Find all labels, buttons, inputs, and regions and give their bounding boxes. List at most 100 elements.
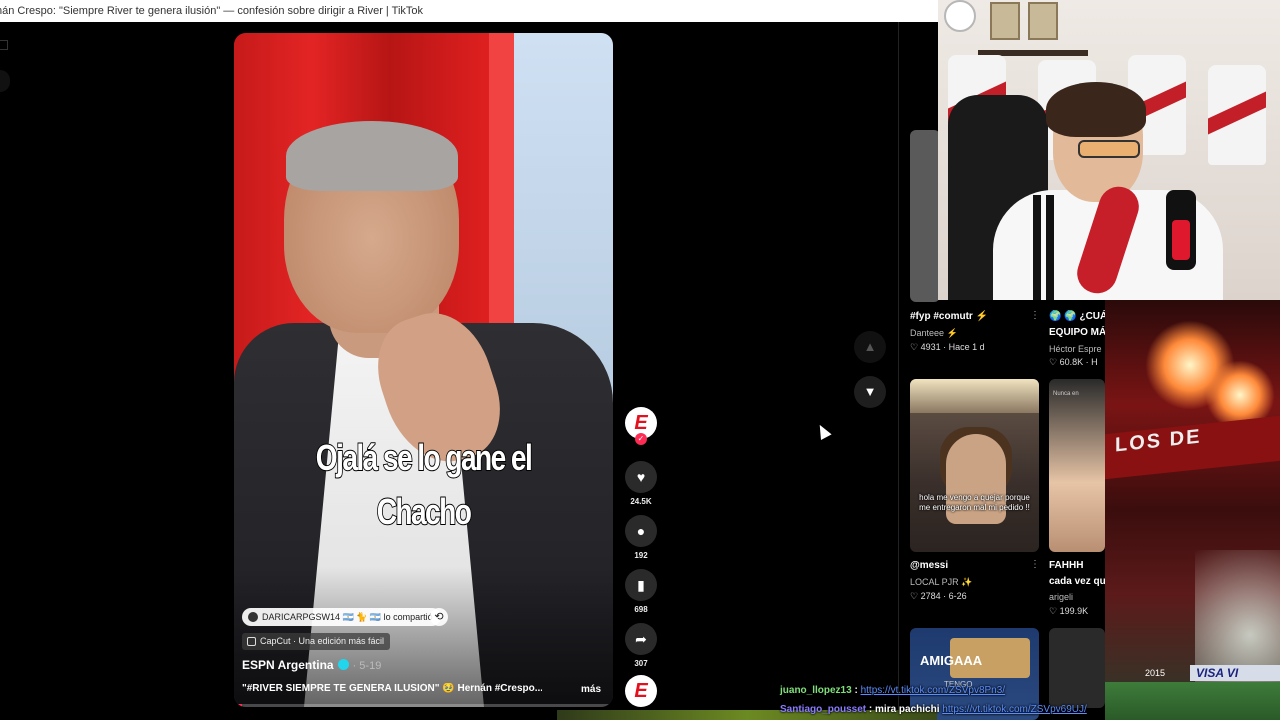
- like-count: 24.5K: [630, 497, 652, 506]
- recommended-stats-2: ♡ 60.8K · H: [1049, 357, 1098, 367]
- club-badge-icon: [944, 0, 976, 32]
- stadium-overlay: LOS DE 2015 VISA VI: [1105, 300, 1280, 720]
- recommended-thumbnail-4[interactable]: Nunca en: [1049, 379, 1105, 552]
- like-action[interactable]: ♥ 24.5K: [624, 461, 658, 506]
- recommended-title-4b[interactable]: cada vez qu: [1049, 576, 1106, 587]
- recommended-likes-2: 60.8K: [1059, 357, 1084, 367]
- recommended-time-2: H: [1091, 357, 1098, 367]
- repost-badge[interactable]: DARICARPGSW14 🇦🇷 🐈 🇦🇷 lo compartió: [242, 608, 441, 626]
- window-title-bar: nán Crespo: "Siempre River te genera ilu…: [0, 0, 938, 22]
- video-player[interactable]: Ojalá se lo gane el Chacho DARICARPGSW14…: [234, 33, 613, 707]
- video-description: "#RIVER SIEMPRE TE GENERA ILUSIÓN" 🥹 Her…: [242, 683, 542, 694]
- recommended-stats-3: ♡ 2784 · 6-26: [910, 591, 967, 601]
- repost-avatar: [248, 612, 258, 622]
- wall-frame: [1028, 2, 1058, 40]
- recommended-thumbnail-3[interactable]: hola me vengo a quejar porque me entrega…: [910, 379, 1039, 552]
- repost-text: lo compartió: [383, 612, 433, 622]
- recommended-author-3[interactable]: LOCAL PJR ✨: [910, 577, 972, 588]
- recommended-title-4[interactable]: FAHHH: [1049, 560, 1083, 571]
- bookmark-icon[interactable]: ▮: [625, 569, 657, 601]
- video-author[interactable]: ESPN Argentina · 5-19: [242, 658, 381, 672]
- author-avatar-button[interactable]: E ✓: [624, 407, 658, 445]
- wall-frame: [990, 2, 1020, 40]
- chat-username: juano_llopez13: [780, 685, 852, 696]
- verified-badge-icon: [337, 659, 349, 670]
- thumb-caption-4: Nunca en: [1053, 391, 1079, 397]
- pitch: [1105, 682, 1280, 720]
- chat-separator: :: [851, 685, 861, 696]
- microphone: [1166, 190, 1196, 270]
- chevron-down-icon[interactable]: ▼: [854, 376, 886, 408]
- recommended-title-1[interactable]: #fyp #comutr ⚡: [910, 311, 988, 322]
- microphone-light: [1172, 220, 1190, 260]
- comment-action[interactable]: ● 192: [624, 515, 658, 560]
- capcut-icon: [247, 637, 256, 646]
- chat-text: mira pachichi: [875, 704, 943, 715]
- recommended-title-3[interactable]: @messi: [910, 560, 948, 571]
- save-action[interactable]: ▮ 698: [624, 569, 658, 614]
- streamer-webcam: [938, 0, 1280, 300]
- chat-message: juano_llopez13 : https://vt.tiktok.com/Z…: [780, 685, 1005, 696]
- recommended-time-3: 6-26: [948, 591, 967, 601]
- wall-jersey: [1208, 65, 1266, 165]
- left-panel-handle[interactable]: [0, 70, 10, 92]
- comment-icon[interactable]: ●: [625, 515, 657, 547]
- comment-count: 192: [634, 551, 648, 560]
- recommended-stats-1: ♡ 4931 · Hace 1 d: [910, 342, 985, 352]
- recommended-title-2b[interactable]: EQUIPO MÁ: [1049, 327, 1106, 338]
- jersey-band: [1208, 91, 1266, 135]
- recommended-title-2[interactable]: 🌍 🌍 ¿CUÁ: [1049, 311, 1107, 322]
- heart-icon[interactable]: ♥: [625, 461, 657, 493]
- chevron-up-icon[interactable]: ▲: [854, 331, 886, 363]
- more-options-icon[interactable]: ⋮: [1030, 310, 1040, 321]
- recommended-likes-3: 2784: [920, 591, 941, 601]
- streamer-hair: [1046, 82, 1146, 137]
- share-count: 307: [634, 659, 648, 668]
- recommended-stats-4: ♡ 199.9K: [1049, 606, 1089, 616]
- follow-check-icon[interactable]: ✓: [635, 433, 647, 445]
- recommended-author-4[interactable]: arigeli: [1049, 592, 1073, 602]
- more-options-icon[interactable]: ⋮: [1030, 559, 1040, 570]
- share-icon[interactable]: ➦: [625, 623, 657, 655]
- thumb-title-5: AMIGAAA: [920, 653, 983, 668]
- hoodie-stripe: [1033, 195, 1041, 300]
- video-caption-line-2: Chacho: [376, 490, 473, 533]
- sponsor-board: VISA VI: [1190, 665, 1280, 681]
- repost-icon[interactable]: ⟲: [430, 608, 448, 626]
- chat-message: Santiago_pousset : mira pachichi https:/…: [780, 704, 1087, 715]
- recommended-thumbnail-6[interactable]: [1049, 628, 1105, 708]
- recommended-time-1: Hace 1 d: [948, 342, 985, 352]
- screen: nán Crespo: "Siempre River te genera ilu…: [0, 0, 1280, 720]
- thumb-caption-3: hola me vengo a quejar porque me entrega…: [919, 493, 1030, 512]
- sound-disc-icon[interactable]: E: [625, 675, 657, 707]
- video-progress-fill: [234, 704, 242, 707]
- video-hair: [286, 121, 458, 191]
- share-action[interactable]: ➦ 307: [624, 623, 658, 668]
- recommended-thumbnail-1[interactable]: [910, 130, 940, 302]
- mouse-cursor-icon: [814, 422, 832, 440]
- chat-username: Santiago_pousset: [780, 704, 867, 715]
- recommended-likes-1: 4931: [920, 342, 941, 352]
- capcut-label: CapCut · Una edición más fácil: [260, 636, 385, 646]
- video-caption-line-1: Ojalá se lo gane el: [315, 436, 534, 479]
- description-more-button[interactable]: más: [581, 684, 601, 695]
- chat-link[interactable]: https://vt.tiktok.com/ZSVpv8Pn3/: [861, 685, 1006, 696]
- window-title: nán Crespo: "Siempre River te genera ilu…: [0, 5, 424, 17]
- capcut-badge[interactable]: CapCut · Una edición más fácil: [242, 633, 391, 650]
- streamer-glasses: [1078, 140, 1140, 158]
- thumb-ceiling: [910, 379, 1039, 413]
- video-date: · 5-19: [352, 660, 382, 672]
- chat-link[interactable]: https://vt.tiktok.com/ZSVpv69UJ/: [942, 704, 1087, 715]
- recommended-author-2[interactable]: Héctor Espre: [1049, 344, 1102, 354]
- chat-separator: :: [866, 704, 876, 715]
- sound-disc[interactable]: E: [624, 675, 658, 707]
- video-author-name[interactable]: ESPN Argentina: [242, 658, 334, 672]
- recommended-author-1[interactable]: Danteee ⚡: [910, 328, 958, 339]
- hoodie-stripe: [1046, 195, 1054, 300]
- left-panel-icon[interactable]: [0, 40, 8, 50]
- recommended-likes-4: 199.9K: [1059, 606, 1089, 616]
- repost-user: DARICARPGSW14 🇦🇷 🐈 🇦🇷: [262, 612, 382, 622]
- column-divider: [898, 22, 899, 720]
- stadium-year: 2015: [1145, 668, 1166, 678]
- video-progress-bar[interactable]: [234, 704, 613, 707]
